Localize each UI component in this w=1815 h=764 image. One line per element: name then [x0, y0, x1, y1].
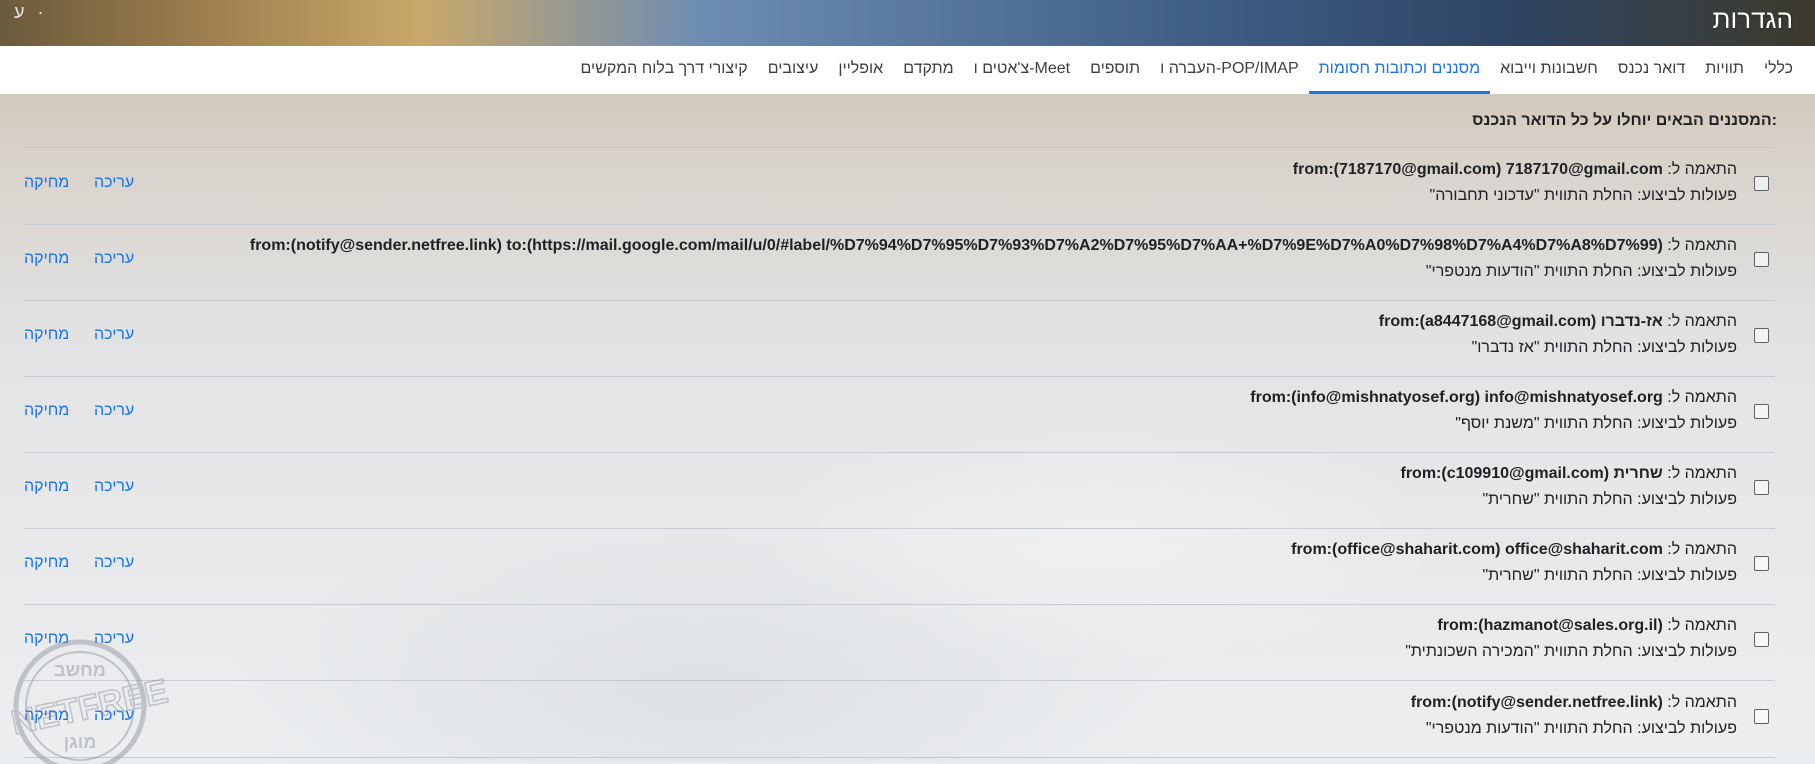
filter-action: פעולות לביצוע: החלת התווית "משנת יוסף" — [1455, 415, 1737, 433]
action-text: החלת התווית "אז נדברו" — [1471, 339, 1633, 356]
filter-checkbox[interactable] — [1754, 176, 1769, 191]
filter-match: התאמה ל: from:(hazmanot@sales.org.il) — [1437, 617, 1737, 635]
divider — [24, 757, 1775, 758]
match-criteria: from:(notify@sender.netfree.link) to:(ht… — [249, 237, 1663, 254]
filter-checkbox[interactable] — [1754, 556, 1769, 571]
tab-chat-meet[interactable]: צ'אטים ו-Meet — [964, 46, 1080, 94]
filter-checkbox[interactable] — [1754, 480, 1769, 495]
match-criteria: from:(hazmanot@sales.org.il) — [1437, 617, 1663, 634]
tab-offline[interactable]: אופליין — [828, 46, 893, 94]
filter-action: פעולות לביצוע: החלת התווית "המכירה השכונ… — [1405, 643, 1737, 661]
match-prefix: התאמה ל: — [1662, 465, 1737, 482]
delete-filter-link[interactable]: מחיקה — [24, 402, 69, 420]
action-text: החלת התווית "הודעות מנטפרי" — [1425, 720, 1633, 737]
action-text: החלת התווית "המכירה השכונתית" — [1405, 643, 1633, 660]
match-criteria: from:(7187170@gmail.com) 7187170@gmail.c… — [1292, 161, 1663, 178]
delete-filter-link[interactable]: מחיקה — [24, 250, 69, 268]
edit-filter-link[interactable]: עריכה — [94, 250, 134, 268]
tab-themes[interactable]: עיצובים — [758, 46, 829, 94]
action-prefix: פעולות לביצוע: — [1632, 567, 1737, 584]
action-prefix: פעולות לביצוע: — [1632, 415, 1737, 432]
filter-checkbox[interactable] — [1754, 709, 1769, 724]
tab-keyboard-shortcuts[interactable]: קיצורי דרך בלוח המקשים — [571, 46, 758, 94]
match-prefix: התאמה ל: — [1662, 313, 1737, 330]
netfree-watermark-icon: מחשב NETFREE מוגן — [8, 639, 172, 764]
tab-inbox[interactable]: דואר נכנס — [1608, 46, 1695, 94]
delete-filter-link[interactable]: מחיקה — [24, 478, 69, 496]
filter-action: פעולות לביצוע: החלת התווית "שחרית" — [1482, 491, 1737, 509]
filter-row: התאמה ל: from:(notify@sender.netfree.lin… — [24, 224, 1775, 300]
filter-row: התאמה ל: from:(7187170@gmail.com) 718717… — [24, 148, 1775, 224]
filter-row: התאמה ל: from:(hazmanot@sales.org.il) פע… — [24, 604, 1775, 680]
match-prefix: התאמה ל: — [1662, 541, 1737, 558]
delete-filter-link[interactable]: מחיקה — [24, 174, 69, 192]
action-prefix: פעולות לביצוע: — [1632, 263, 1737, 280]
match-criteria: from:(info@mishnatyosef.org) info@mishna… — [1250, 389, 1663, 406]
filter-row: התאמה ל: from:(a8447168@gmail.com) אז-נד… — [24, 300, 1775, 376]
match-prefix: התאמה ל: — [1662, 237, 1737, 254]
filter-match: התאמה ל: from:(7187170@gmail.com) 718717… — [1293, 161, 1737, 179]
filter-checkbox[interactable] — [1754, 328, 1769, 343]
filter-action: פעולות לביצוע: החלת התווית "שחרית" — [1482, 567, 1737, 585]
top-left-widget[interactable]: ע · — [14, 2, 47, 23]
filter-match: התאמה ל: from:(notify@sender.netfree.lin… — [250, 237, 1737, 255]
action-text: החלת התווית "שחרית" — [1482, 491, 1633, 508]
tab-addons[interactable]: תוספים — [1080, 46, 1150, 94]
filter-match: התאמה ל: from:(c109910@gmail.com) שחרית — [1401, 465, 1738, 483]
action-text: החלת התווית "עדכוני תחבורה" — [1429, 187, 1633, 204]
filter-action: פעולות לביצוע: החלת התווית "הודעות מנטפר… — [1426, 263, 1737, 281]
filter-action: פעולות לביצוע: החלת התווית "עדכוני תחבור… — [1430, 187, 1737, 205]
action-prefix: פעולות לביצוע: — [1632, 339, 1737, 356]
tab-filters-blocked[interactable]: מסננים וכתובות חסומות — [1308, 46, 1491, 94]
filter-match: התאמה ל: from:(notify@sender.netfree.lin… — [1411, 694, 1737, 712]
watermark-text-top: מחשב — [54, 660, 106, 680]
edit-filter-link[interactable]: עריכה — [94, 402, 134, 420]
action-prefix: פעולות לביצוע: — [1632, 643, 1737, 660]
match-criteria: from:(notify@sender.netfree.link) — [1410, 694, 1663, 711]
page-title: הגדרות — [1712, 4, 1794, 34]
match-prefix: התאמה ל: — [1662, 161, 1737, 178]
match-criteria: from:(c109910@gmail.com) שחרית — [1400, 465, 1663, 482]
delete-filter-link[interactable]: מחיקה — [24, 326, 69, 344]
filter-action: פעולות לביצוע: החלת התווית "הודעות מנטפר… — [1426, 720, 1737, 738]
tab-general[interactable]: כללי — [1754, 46, 1803, 94]
match-prefix: התאמה ל: — [1662, 617, 1737, 634]
filter-match: התאמה ל: from:(a8447168@gmail.com) אז-נד… — [1379, 313, 1737, 331]
watermark-text-bottom: מוגן — [64, 732, 97, 752]
edit-filter-link[interactable]: עריכה — [94, 478, 134, 496]
match-prefix: התאמה ל: — [1662, 389, 1737, 406]
filter-row: התאמה ל: from:(notify@sender.netfree.lin… — [24, 681, 1775, 757]
action-prefix: פעולות לביצוע: — [1632, 187, 1737, 204]
filter-row: התאמה ל: from:(c109910@gmail.com) שחרית … — [24, 452, 1775, 528]
filter-row: התאמה ל: from:(info@mishnatyosef.org) in… — [24, 376, 1775, 452]
action-prefix: פעולות לביצוע: — [1632, 720, 1737, 737]
filters-heading: המסננים הבאים יוחלו על כל הדואר הנכנס: — [1472, 112, 1777, 129]
action-text: החלת התווית "שחרית" — [1482, 567, 1633, 584]
tab-forwarding-pop-imap[interactable]: העברה ו-POP/IMAP — [1150, 46, 1309, 94]
filter-row: התאמה ל: from:(office@shaharit.com) offi… — [24, 528, 1775, 604]
filter-action: פעולות לביצוע: החלת התווית "אז נדברו" — [1472, 339, 1737, 357]
match-prefix: התאמה ל: — [1662, 694, 1737, 711]
settings-header: ע · הגדרות — [0, 0, 1815, 46]
action-text: החלת התווית "משנת יוסף" — [1455, 415, 1633, 432]
tab-advanced[interactable]: מתקדם — [893, 46, 963, 94]
action-prefix: פעולות לביצוע: — [1632, 491, 1737, 508]
tab-accounts-import[interactable]: חשבונות וייבוא — [1490, 46, 1608, 94]
edit-filter-link[interactable]: עריכה — [94, 554, 134, 572]
settings-tabs: כללי תוויות דואר נכנס חשבונות וייבוא מסנ… — [0, 46, 1815, 94]
delete-filter-link[interactable]: מחיקה — [24, 554, 69, 572]
filter-match: התאמה ל: from:(info@mishnatyosef.org) in… — [1250, 389, 1737, 407]
tab-labels[interactable]: תוויות — [1695, 46, 1754, 94]
filter-match: התאמה ל: from:(office@shaharit.com) offi… — [1291, 541, 1737, 559]
filter-checkbox[interactable] — [1754, 252, 1769, 267]
filter-checkbox[interactable] — [1754, 632, 1769, 647]
action-text: החלת התווית "הודעות מנטפרי" — [1425, 263, 1633, 280]
edit-filter-link[interactable]: עריכה — [94, 326, 134, 344]
filter-checkbox[interactable] — [1754, 404, 1769, 419]
edit-filter-link[interactable]: עריכה — [94, 174, 134, 192]
match-criteria: from:(office@shaharit.com) office@shahar… — [1291, 541, 1663, 558]
match-criteria: from:(a8447168@gmail.com) אז-נדברו — [1378, 313, 1663, 330]
